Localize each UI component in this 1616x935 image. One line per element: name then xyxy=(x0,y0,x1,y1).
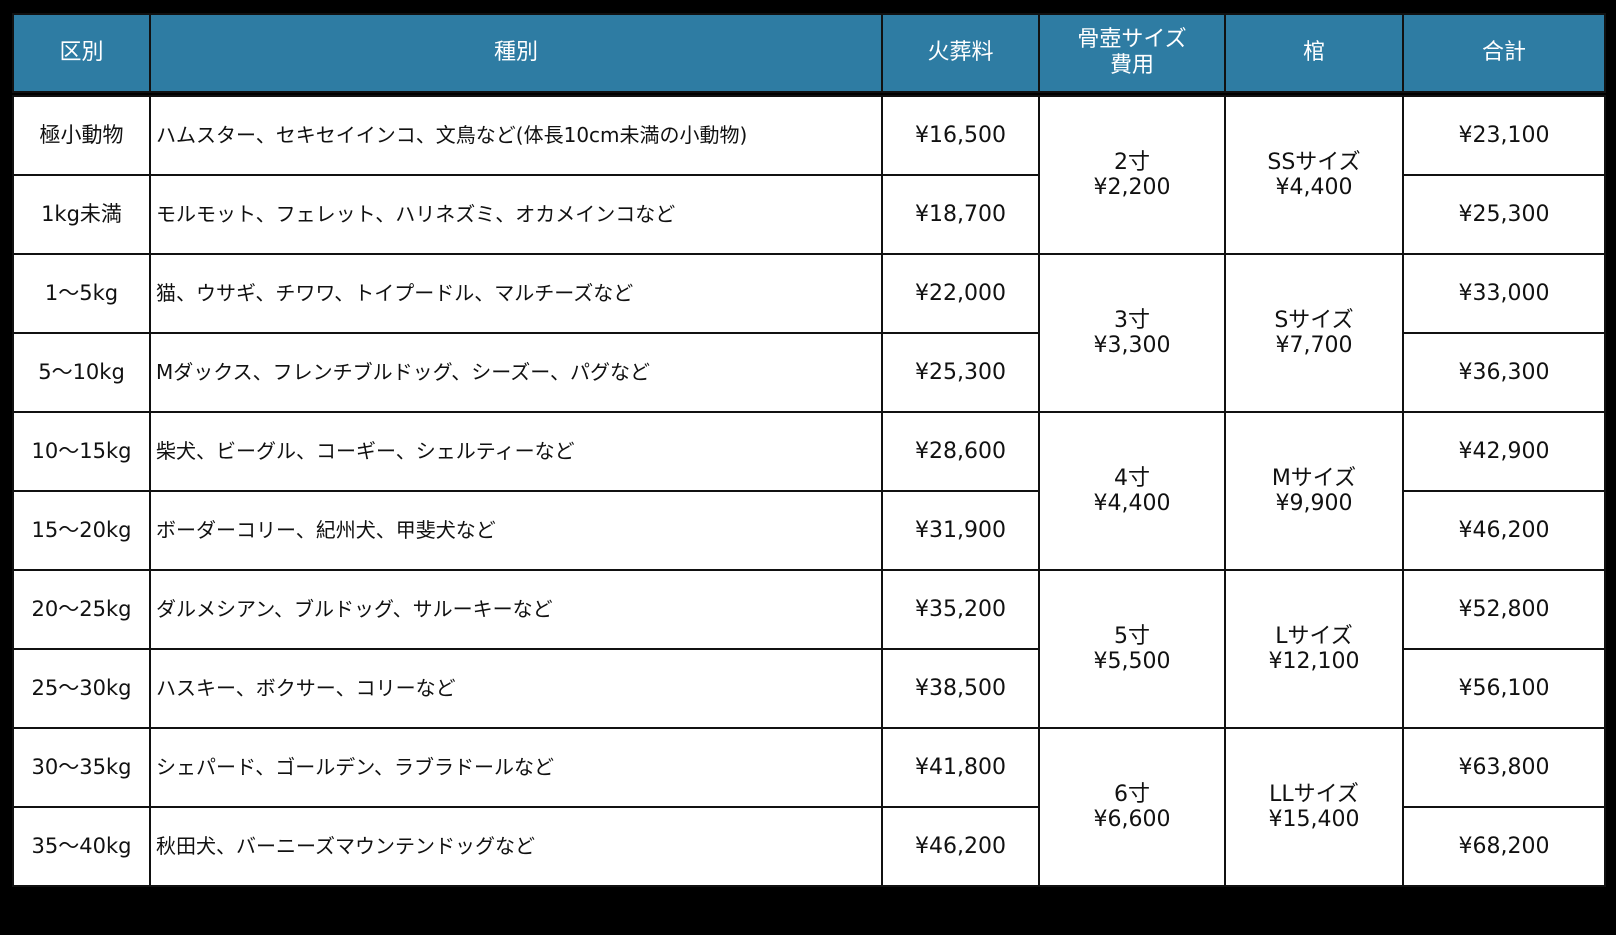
cremation-fee-cell: ¥25,300 xyxy=(881,332,1040,413)
kind-cell: 秋田犬、バーニーズマウンテンドッグなど xyxy=(149,806,883,887)
cremation-fee-cell: ¥38,500 xyxy=(881,648,1040,729)
coffin-cell: LLサイズ ¥15,400 xyxy=(1224,727,1404,887)
cremation-fee-cell: ¥18,700 xyxy=(881,174,1040,255)
coffin-price: ¥12,100 xyxy=(1268,649,1360,674)
coffin-cell: Lサイズ ¥12,100 xyxy=(1224,569,1404,729)
total-cell: ¥46,200 xyxy=(1402,490,1606,571)
coffin-price: ¥9,900 xyxy=(1275,491,1353,516)
total-cell: ¥36,300 xyxy=(1402,332,1606,413)
header-total: 合計 xyxy=(1402,13,1606,93)
urn-size: 6寸 xyxy=(1114,782,1150,807)
urn-cell: 2寸 ¥2,200 xyxy=(1038,95,1226,255)
cremation-fee-cell: ¥31,900 xyxy=(881,490,1040,571)
header-row: 区別 種別 火葬料 骨壺サイズ 費用 棺 合計 xyxy=(12,13,1606,93)
kind-cell: 柴犬、ビーグル、コーギー、シェルティーなど xyxy=(149,411,883,492)
total-cell: ¥68,200 xyxy=(1402,806,1606,887)
coffin-size: SSサイズ xyxy=(1267,150,1361,175)
cremation-fee-cell: ¥41,800 xyxy=(881,727,1040,808)
coffin-price: ¥4,400 xyxy=(1275,175,1353,200)
header-cremation: 火葬料 xyxy=(881,13,1040,93)
total-cell: ¥63,800 xyxy=(1402,727,1606,808)
class-cell: 15～20kg xyxy=(12,490,151,571)
total-cell: ¥23,100 xyxy=(1402,95,1606,176)
kind-cell: モルモット、フェレット、ハリネズミ、オカメインコなど xyxy=(149,174,883,255)
coffin-cell: SSサイズ ¥4,400 xyxy=(1224,95,1404,255)
coffin-price: ¥15,400 xyxy=(1268,807,1360,832)
class-cell: 10～15kg xyxy=(12,411,151,492)
cremation-fee-cell: ¥22,000 xyxy=(881,253,1040,334)
cremation-fee-cell: ¥16,500 xyxy=(881,95,1040,176)
coffin-price: ¥7,700 xyxy=(1275,333,1353,358)
coffin-size: Sサイズ xyxy=(1274,308,1354,333)
urn-price: ¥6,600 xyxy=(1093,807,1171,832)
total-cell: ¥56,100 xyxy=(1402,648,1606,729)
kind-cell: ハスキー、ボクサー、コリーなど xyxy=(149,648,883,729)
cremation-fee-cell: ¥35,200 xyxy=(881,569,1040,650)
total-cell: ¥42,900 xyxy=(1402,411,1606,492)
coffin-cell: Mサイズ ¥9,900 xyxy=(1224,411,1404,571)
total-cell: ¥52,800 xyxy=(1402,569,1606,650)
cremation-fee-cell: ¥28,600 xyxy=(881,411,1040,492)
table-row: 30～35kg シェパード、ゴールデン、ラブラドールなど ¥41,800 6寸 ¥6,6… xyxy=(12,727,1606,887)
urn-cell: 6寸 ¥6,600 xyxy=(1038,727,1226,887)
urn-cell: 3寸 ¥3,300 xyxy=(1038,253,1226,413)
header-coffin: 棺 xyxy=(1224,13,1404,93)
table-row: 10～15kg 柴犬、ビーグル、コーギー、シェルティーなど ¥28,600 4寸 ¥4,… xyxy=(12,411,1606,571)
class-cell: 1kg未満 xyxy=(12,174,151,255)
kind-cell: シェパード、ゴールデン、ラブラドールなど xyxy=(149,727,883,808)
kind-cell: ハムスター、セキセイインコ、文鳥など(体長10cm未満の小動物) xyxy=(149,95,883,176)
class-cell: 30～35kg xyxy=(12,727,151,808)
kind-cell: Mダックス、フレンチブルドッグ、シーズー、パグなど xyxy=(149,332,883,413)
table-row: 極小動物 ハムスター、セキセイインコ、文鳥など(体長10cm未満の小動物) ¥16,… xyxy=(12,95,1606,255)
price-table: 区別 種別 火葬料 骨壺サイズ 費用 棺 合計 極小動物 ハムスター、セキセイインコ… xyxy=(12,13,1606,887)
class-cell: 極小動物 xyxy=(12,95,151,176)
header-class: 区別 xyxy=(12,13,151,93)
urn-size: 2寸 xyxy=(1114,150,1150,175)
coffin-size: Mサイズ xyxy=(1271,466,1357,491)
table-row: 1～5kg 猫、ウサギ、チワワ、トイプードル、マルチーズなど ¥22,000 3寸 ¥3… xyxy=(12,253,1606,413)
table-row: 20～25kg ダルメシアン、ブルドッグ、サルーキーなど ¥35,200 5寸 ¥5,5… xyxy=(12,569,1606,729)
coffin-size: Lサイズ xyxy=(1275,624,1353,649)
total-cell: ¥25,300 xyxy=(1402,174,1606,255)
kind-cell: 猫、ウサギ、チワワ、トイプードル、マルチーズなど xyxy=(149,253,883,334)
kind-cell: ダルメシアン、ブルドッグ、サルーキーなど xyxy=(149,569,883,650)
urn-price: ¥4,400 xyxy=(1093,491,1171,516)
urn-cell: 5寸 ¥5,500 xyxy=(1038,569,1226,729)
urn-price: ¥2,200 xyxy=(1093,175,1171,200)
coffin-size: LLサイズ xyxy=(1269,782,1359,807)
cremation-fee-cell: ¥46,200 xyxy=(881,806,1040,887)
kind-cell: ボーダーコリー、紀州犬、甲斐犬など xyxy=(149,490,883,571)
header-urn: 骨壺サイズ 費用 xyxy=(1038,13,1226,93)
urn-price: ¥5,500 xyxy=(1093,649,1171,674)
total-cell: ¥33,000 xyxy=(1402,253,1606,334)
class-cell: 5～10kg xyxy=(12,332,151,413)
urn-cell: 4寸 ¥4,400 xyxy=(1038,411,1226,571)
urn-size: 4寸 xyxy=(1114,466,1150,491)
class-cell: 25～30kg xyxy=(12,648,151,729)
urn-size: 3寸 xyxy=(1114,308,1150,333)
header-kind: 種別 xyxy=(149,13,883,93)
class-cell: 1～5kg xyxy=(12,253,151,334)
class-cell: 20～25kg xyxy=(12,569,151,650)
urn-size: 5寸 xyxy=(1114,624,1150,649)
coffin-cell: Sサイズ ¥7,700 xyxy=(1224,253,1404,413)
urn-price: ¥3,300 xyxy=(1093,333,1171,358)
class-cell: 35～40kg xyxy=(12,806,151,887)
